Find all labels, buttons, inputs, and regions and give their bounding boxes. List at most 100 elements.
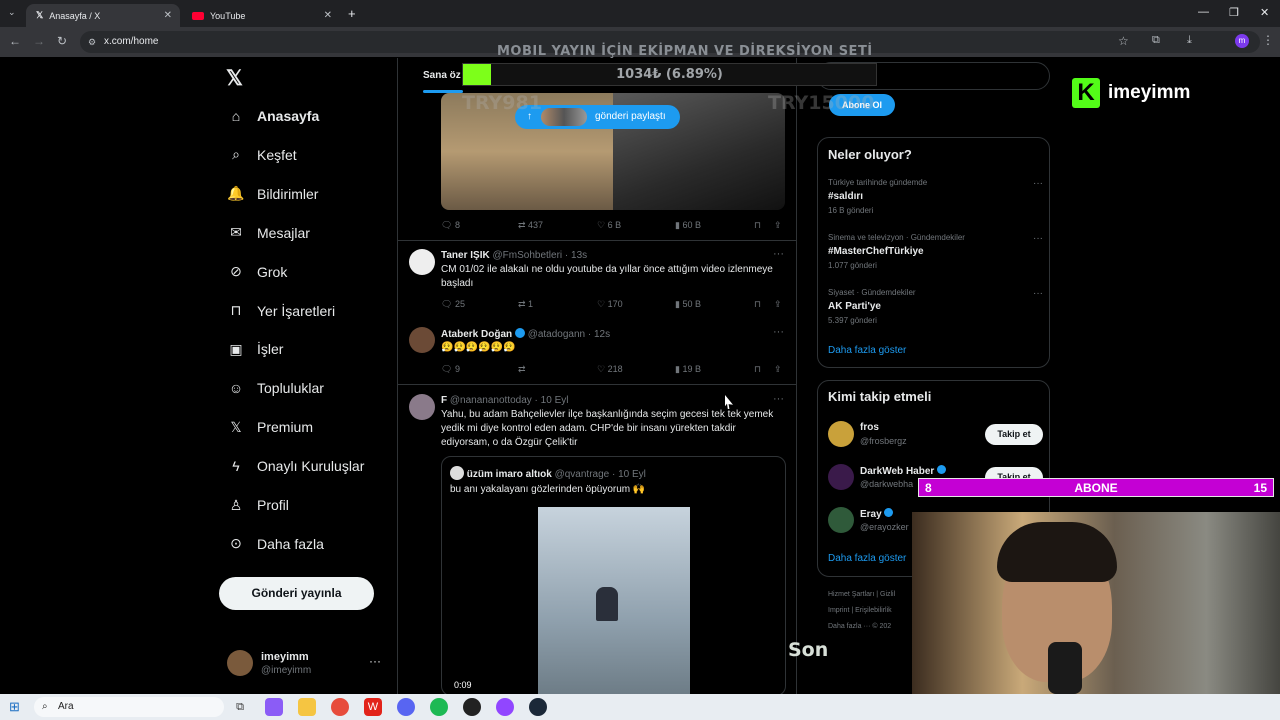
steam-icon[interactable] [529, 698, 547, 716]
tab-label: YouTube [210, 10, 246, 21]
trend-item[interactable]: Türkiye tarihinde gündemde #saldırı 16 B… [828, 178, 1043, 215]
tab-x-home[interactable]: 𝕏 Anasayfa / X ✕ [26, 4, 180, 27]
sidebar-item-x[interactable]: 𝕏 Premium [226, 415, 313, 439]
video-player[interactable] [538, 507, 690, 694]
share-icon[interactable]: ⇪ [774, 364, 782, 375]
extensions-icon[interactable]: ⧉ [1152, 34, 1160, 47]
follow-suggestion[interactable]: fros @frosbergz Takip et [828, 421, 1043, 449]
app-w-icon[interactable]: W [364, 698, 382, 716]
avatar[interactable] [409, 327, 435, 353]
close-icon[interactable]: ✕ [324, 10, 332, 21]
forward-arrow-icon[interactable]: → [33, 34, 45, 48]
avatar[interactable] [409, 249, 435, 275]
restore-button[interactable]: ❐ [1229, 6, 1239, 19]
trend-item[interactable]: Siyaset · Gündemdekiler AK Parti'ye 5.39… [828, 288, 1043, 325]
trend-title: AK Parti'ye [828, 301, 881, 312]
follow-button[interactable]: Takip et [985, 424, 1043, 445]
chrome-icon[interactable] [331, 698, 349, 716]
sidebar-item-search[interactable]: ⌕ Keşfet [226, 143, 297, 167]
footer-links[interactable]: Daha fazla ··· © 202 [828, 623, 891, 630]
bookmark-icon[interactable]: ⊓ [754, 299, 761, 310]
sidebar-item-briefcase[interactable]: ▣ İşler [226, 337, 283, 361]
file-explorer-icon[interactable] [298, 698, 316, 716]
more-dots-icon[interactable]: ··· [1033, 288, 1043, 299]
show-more-link[interactable]: Daha fazla göster [828, 553, 906, 564]
views-icon[interactable]: ▮ 60 B [675, 220, 701, 231]
menu-icon[interactable]: ⋮ [1262, 33, 1274, 47]
obs-icon[interactable] [463, 698, 481, 716]
more-dots-icon[interactable]: ··· [1033, 178, 1043, 189]
author-name[interactable]: Ataberk Doğan [441, 329, 512, 340]
trend-item[interactable]: Sinema ve televizyon · Gündemdekiler #Ma… [828, 233, 1043, 270]
back-arrow-icon[interactable]: ← [9, 34, 21, 48]
bookmark-star-icon[interactable]: ☆ [1118, 34, 1129, 48]
donation-goal-bar: 1034₺ (6.89%) [462, 63, 877, 86]
avatar[interactable] [409, 394, 435, 420]
tab-youtube[interactable]: YouTube ✕ [182, 4, 340, 27]
sidebar-item-home[interactable]: ⌂ Anasayfa [226, 104, 320, 128]
share-icon[interactable]: ⇪ [774, 299, 782, 310]
views-icon[interactable]: ▮ 50 B [675, 299, 701, 310]
author-handle[interactable]: @nanananottoday · 10 Eyl [450, 395, 569, 406]
more-dots-icon[interactable]: ··· [773, 248, 784, 260]
repost-icon[interactable]: ⇄ 437 [518, 220, 543, 231]
reply-icon[interactable]: 🗨 9 [441, 364, 460, 375]
new-tab-button[interactable]: + [348, 6, 356, 21]
author-name[interactable]: F [441, 395, 447, 406]
tab-search-icon[interactable]: ⌄ [8, 7, 16, 18]
sidebar-item-mail[interactable]: ✉ Mesajlar [226, 221, 310, 245]
bookmark-icon[interactable]: ⊓ [754, 220, 761, 231]
account-switcher[interactable]: imeyimm @imeyimm ··· [227, 650, 387, 676]
sub-label: ABONE [1074, 481, 1118, 495]
close-icon[interactable]: ✕ [164, 10, 172, 21]
like-count: 218 [607, 364, 623, 374]
like-icon[interactable]: ♡ 6 B [597, 220, 621, 231]
like-icon[interactable]: ♡ 170 [597, 299, 623, 310]
sidebar-item-people[interactable]: ☺ Topluluklar [226, 376, 324, 400]
reply-icon[interactable]: 🗨 25 [441, 299, 465, 310]
copilot-icon[interactable] [265, 698, 283, 716]
quoted-tweet[interactable]: üzüm imaro altıok @qvantrage · 10 Eyl bu… [441, 456, 786, 694]
repost-icon[interactable]: ⇄ [518, 364, 526, 375]
author-name[interactable]: Taner IŞIK [441, 250, 490, 261]
author-handle[interactable]: @FmSohbetleri · 13s [493, 250, 588, 261]
more-dots-icon[interactable]: ··· [773, 326, 784, 338]
sidebar-item-user[interactable]: ♙ Profil [226, 493, 289, 517]
share-icon[interactable]: ⇪ [774, 220, 782, 231]
show-more-link[interactable]: Daha fazla göster [828, 345, 906, 356]
repost-icon[interactable]: ⇄ 1 [518, 299, 533, 310]
sidebar-item-bell[interactable]: 🔔 Bildirimler [226, 182, 318, 206]
like-icon[interactable]: ♡ 218 [597, 364, 623, 375]
profile-avatar[interactable]: m [1235, 34, 1249, 48]
avatar-stack [541, 108, 587, 126]
more-dots-icon[interactable]: ··· [1033, 233, 1043, 244]
windows-start-icon[interactable]: ⊞ [9, 699, 20, 715]
sidebar-item-grok[interactable]: ⊘ Grok [226, 260, 287, 284]
more-dots-icon[interactable]: ··· [369, 654, 381, 668]
author-handle[interactable]: @atadogann · 12s [528, 329, 610, 340]
site-info-icon[interactable]: ⚙ [88, 31, 96, 53]
minimize-button[interactable]: — [1198, 6, 1209, 18]
reply-icon[interactable]: 🗨 8 [441, 220, 460, 231]
verified-icon [884, 508, 894, 517]
x-logo-icon[interactable]: 𝕏 [226, 66, 243, 91]
twitch-icon[interactable] [496, 698, 514, 716]
download-icon[interactable]: ⤓ [1187, 34, 1192, 47]
footer-links[interactable]: Hizmet Şartları | Gizlil [828, 591, 895, 598]
views-icon[interactable]: ▮ 19 B [675, 364, 701, 375]
taskbar-search[interactable]: ⌕ Ara [34, 697, 224, 717]
sidebar-item-bookmark[interactable]: ⊓ Yer İşaretleri [226, 299, 336, 323]
close-window-button[interactable]: ✕ [1260, 6, 1269, 19]
footer-links[interactable]: Imprint | Erişilebilirlik [828, 607, 892, 614]
task-view-icon[interactable]: ⧉ [231, 698, 249, 716]
reload-icon[interactable]: ↻ [57, 34, 67, 48]
reply-count: 9 [454, 364, 460, 374]
more-dots-icon[interactable]: ··· [773, 393, 784, 405]
tab-for-you[interactable]: Sana öz [423, 70, 461, 81]
post-button[interactable]: Gönderi yayınla [219, 577, 374, 610]
sidebar-item-more[interactable]: ⊙ Daha fazla [226, 532, 324, 556]
sidebar-item-bolt[interactable]: ϟ Onaylı Kuruluşlar [226, 454, 364, 478]
bookmark-icon[interactable]: ⊓ [754, 364, 761, 375]
discord-icon[interactable] [397, 698, 415, 716]
spotify-icon[interactable] [430, 698, 448, 716]
